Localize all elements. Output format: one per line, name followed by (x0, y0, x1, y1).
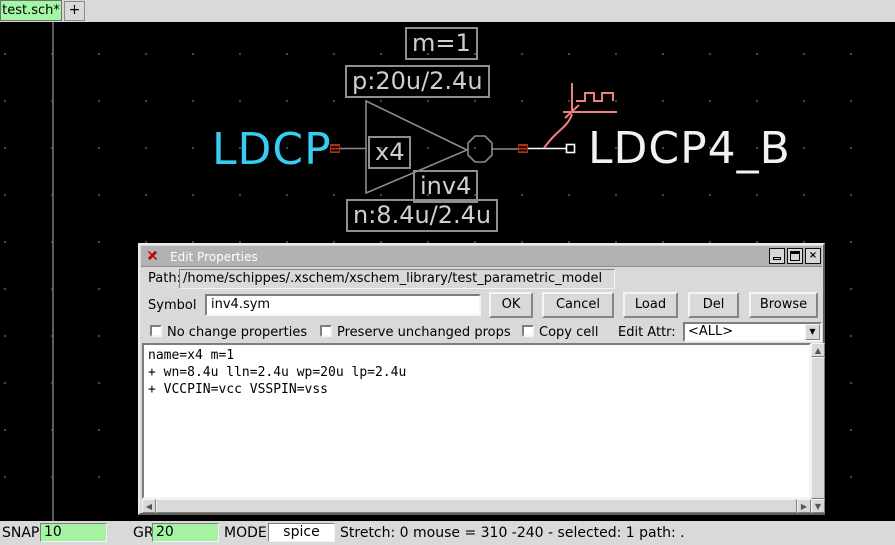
minimize-icon (773, 257, 781, 260)
maximize-icon (790, 251, 800, 261)
maximize-button[interactable] (787, 248, 803, 264)
properties-textarea[interactable]: name=x4 m=1 + wn=8.4u lln=2.4u wp=20u lp… (142, 343, 811, 499)
cancel-button[interactable]: Cancel (542, 292, 614, 318)
vertical-scrollbar[interactable]: ▲ ▼ (811, 343, 825, 513)
scroll-down-icon[interactable]: ▼ (811, 499, 825, 513)
horizontal-scroll-thumb[interactable] (156, 499, 797, 513)
del-button[interactable]: Del (688, 292, 739, 318)
new-tab-button[interactable]: + (64, 1, 85, 21)
label-m[interactable]: m=1 (405, 27, 478, 60)
tab-test-sch[interactable]: test.sch* (0, 0, 62, 21)
browse-button[interactable]: Browse (749, 292, 818, 318)
chevron-down-icon[interactable]: ▼ (805, 324, 820, 340)
vertical-scroll-thumb[interactable] (811, 357, 825, 499)
tab-bar: test.sch* + (0, 0, 895, 22)
symbol-label: Symbol (148, 298, 196, 313)
xschem-window: test.sch* + (0, 0, 895, 545)
canvas-axis-line (52, 22, 54, 521)
minimize-button[interactable] (769, 248, 785, 264)
scroll-up-icon[interactable]: ▲ (811, 343, 825, 357)
mode-label: MODE: (224, 525, 271, 541)
mode-input[interactable]: spice (268, 523, 335, 542)
load-button[interactable]: Load (623, 292, 678, 318)
edit-attr-combobox[interactable]: <ALL> ▼ (683, 322, 822, 342)
dialog-title: Edit Properties (170, 250, 258, 264)
scroll-left-icon[interactable]: ◀ (142, 499, 156, 513)
edit-attr-label: Edit Attr: (618, 325, 676, 340)
scroll-right-icon[interactable]: ▶ (797, 499, 811, 513)
ok-button[interactable]: OK (489, 292, 533, 318)
label-x4[interactable]: x4 (368, 136, 411, 169)
status-text: Stretch: 0 mouse = 310 -240 - selected: … (340, 525, 685, 541)
snap-input[interactable]: 10 (40, 523, 107, 542)
label-n[interactable]: n:8.4u/2.4u (346, 199, 498, 232)
close-icon: × (809, 250, 817, 261)
preserve-unchanged-props-checkbox[interactable] (320, 325, 332, 337)
horizontal-scrollbar[interactable]: ◀ ▶ (142, 499, 811, 513)
no-change-properties-checkbox[interactable] (150, 325, 162, 337)
path-label: Path: (148, 271, 181, 286)
net-label-ldcp4b[interactable]: LDCP4_B (588, 123, 791, 174)
net-label-ldcp[interactable]: LDCP (212, 124, 332, 175)
label-p[interactable]: p:20u/2.4u (345, 65, 490, 98)
snap-label: SNAP: (2, 525, 44, 541)
edit-attr-value: <ALL> (688, 324, 733, 339)
close-button[interactable]: × (805, 248, 821, 264)
grid-input[interactable]: 20 (152, 523, 219, 542)
status-bar: SNAP: 10 GRID: 20 MODE: spice Stretch: 0… (0, 521, 895, 545)
copy-cell-label: Copy cell (539, 325, 598, 340)
xschem-logo-icon: ✕ (146, 248, 158, 264)
symbol-input[interactable]: inv4.sym (205, 294, 481, 316)
path-value-field: /home/schippes/.xschem/xschem_library/te… (179, 269, 615, 289)
preserve-unchanged-props-label: Preserve unchanged props (337, 325, 511, 340)
edit-properties-dialog: ✕ Edit Properties × Path: /home/schippes… (138, 243, 825, 515)
copy-cell-checkbox[interactable] (522, 325, 534, 337)
dialog-titlebar[interactable]: ✕ Edit Properties × (141, 246, 822, 267)
no-change-properties-label: No change properties (167, 325, 307, 340)
